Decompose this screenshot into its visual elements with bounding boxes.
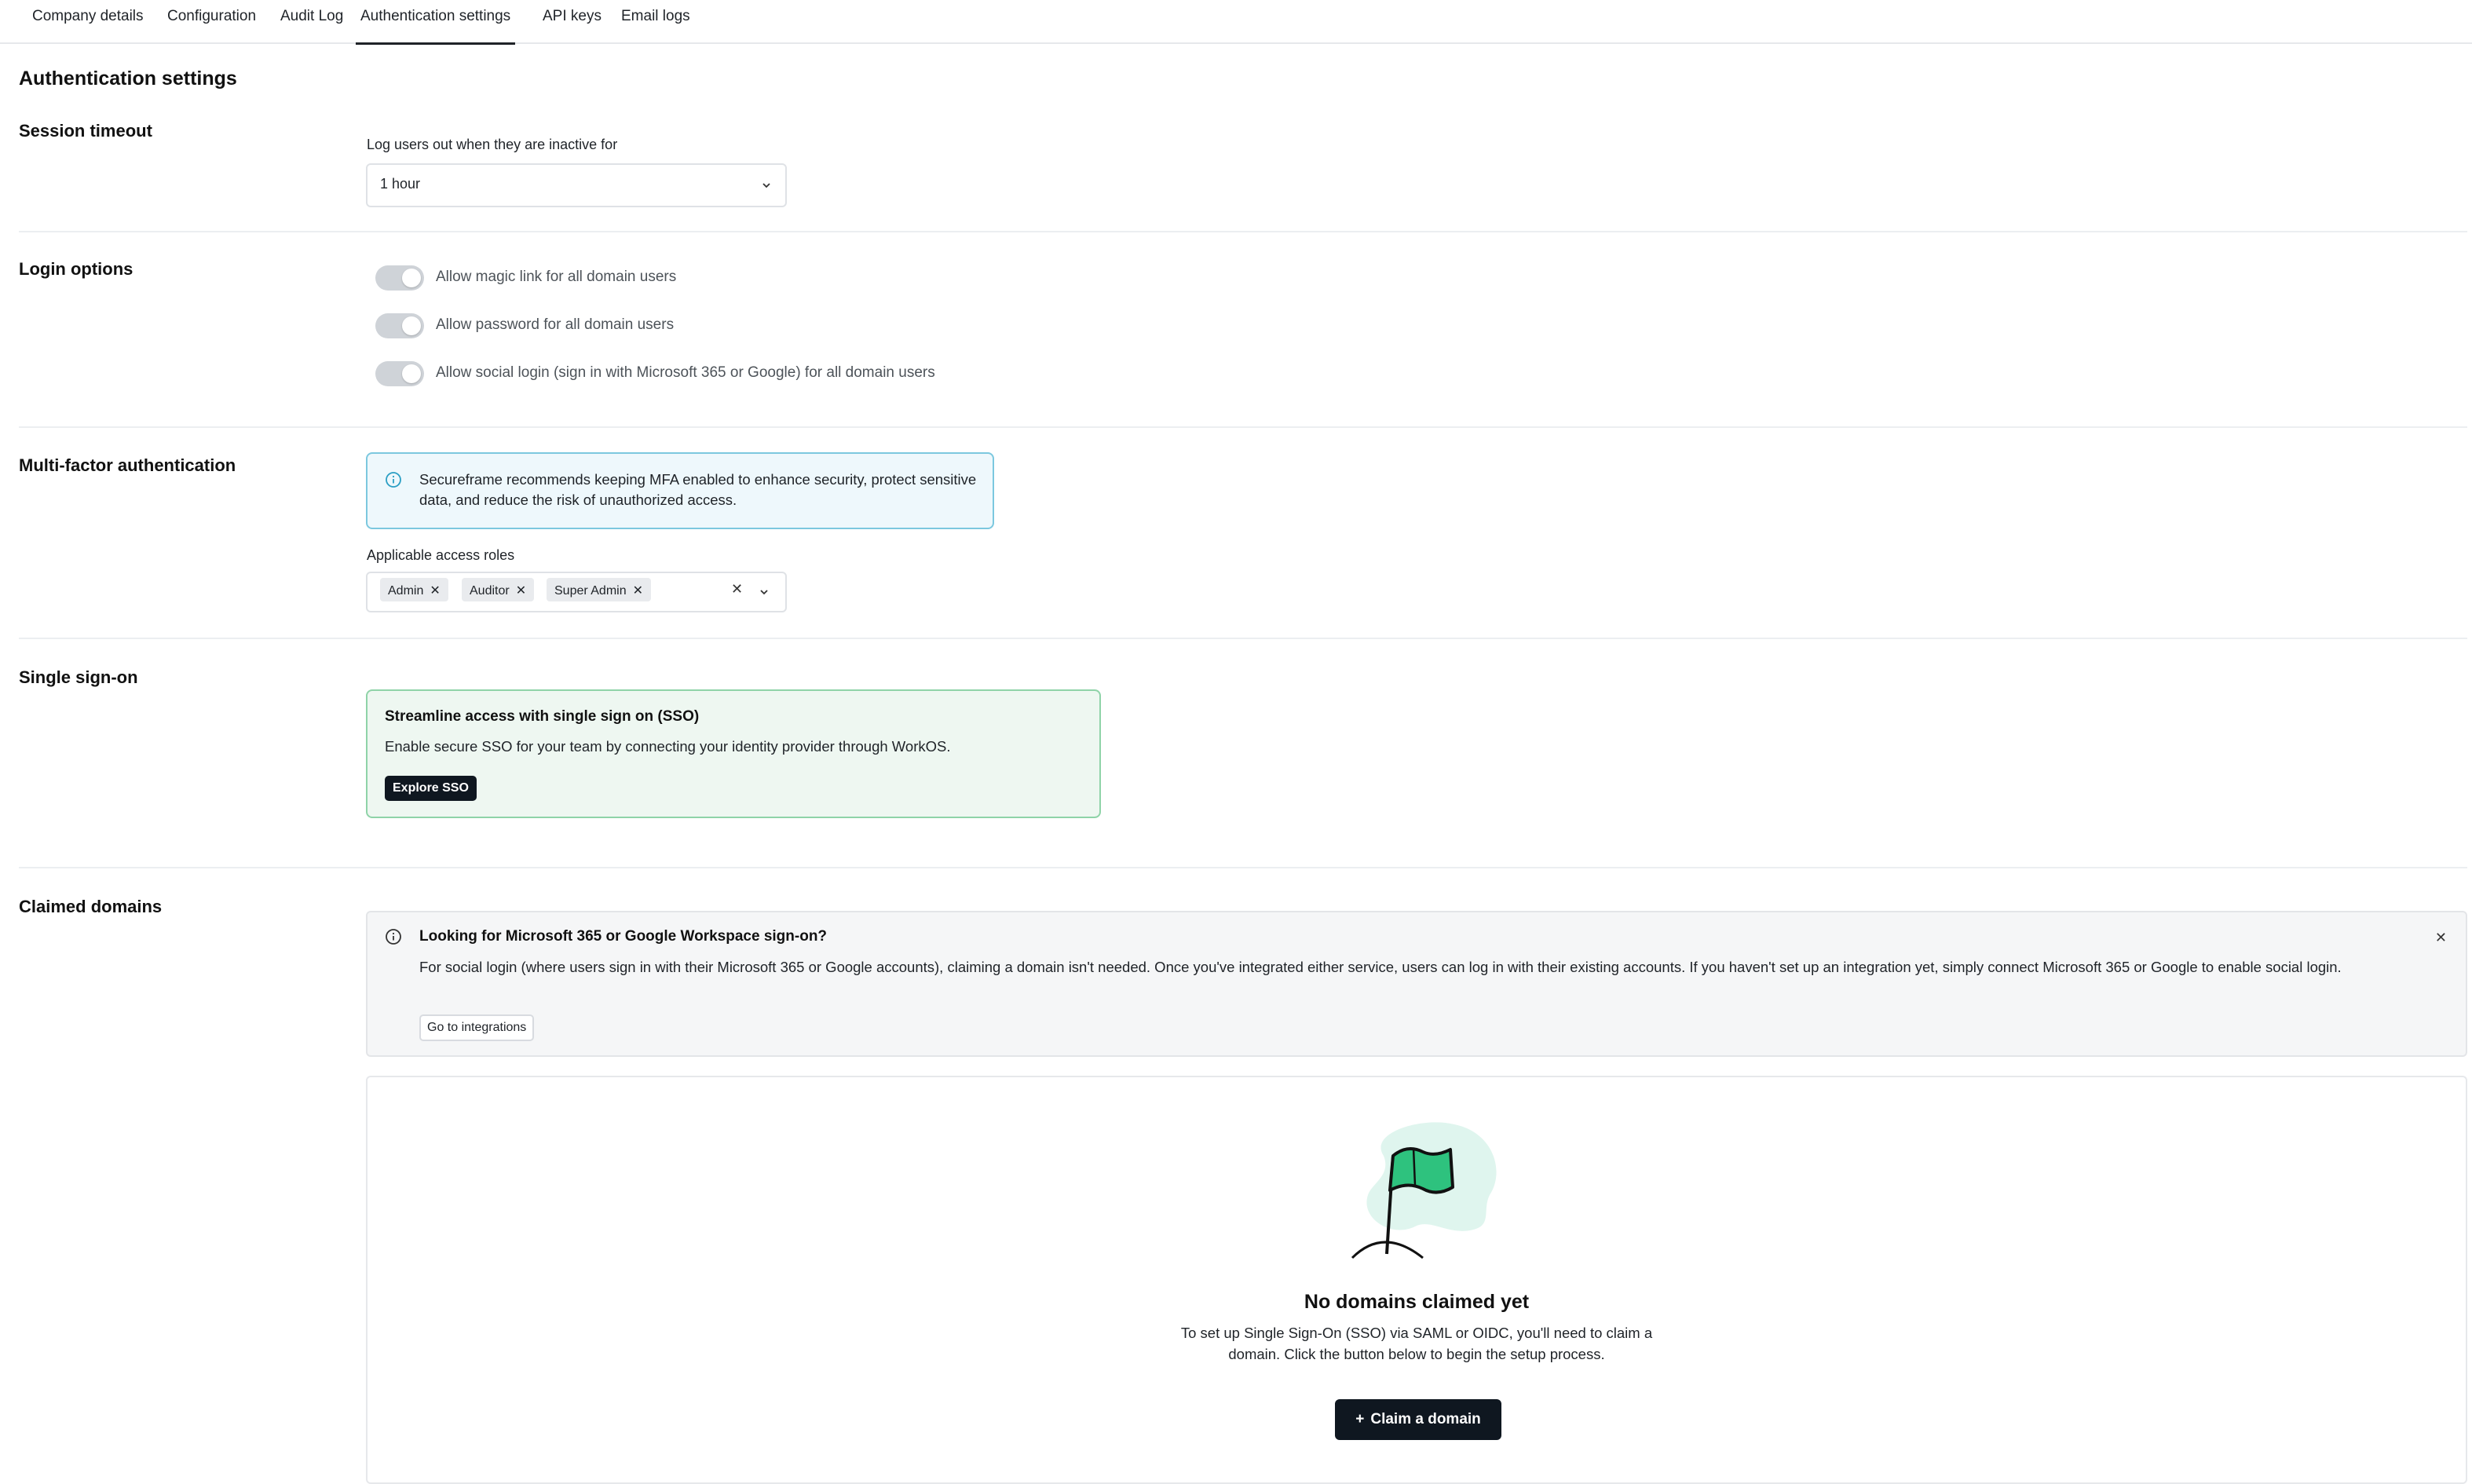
tab-email-logs[interactable]: Email logs <box>621 8 690 31</box>
empty-state-text: To set up Single Sign-On (SSO) via SAML … <box>1180 1325 1653 1362</box>
toggle-social-login[interactable] <box>375 361 424 386</box>
empty-state-title: No domains claimed yet <box>1304 1291 1530 1313</box>
sso-card-title: Streamline access with single sign on (S… <box>385 708 700 725</box>
toggle-knob <box>402 269 421 287</box>
role-chip-label: Admin <box>388 584 424 598</box>
tab-authentication-settings[interactable]: Authentication settings <box>356 8 516 45</box>
role-chip-super-admin: Super Admin ✕ <box>547 578 652 601</box>
section-title-mfa: Multi-factor authentication <box>19 455 236 475</box>
close-icon[interactable]: ✕ <box>430 583 440 598</box>
role-chip-auditor: Auditor ✕ <box>462 578 535 601</box>
toggle-password[interactable] <box>375 313 424 338</box>
session-timeout-select[interactable]: 1 hour <box>366 163 787 207</box>
settings-tab-bar: Company details Configuration Audit Log … <box>0 0 2472 45</box>
tab-audit-log[interactable]: Audit Log <box>280 8 343 31</box>
role-chip-label: Auditor <box>470 584 510 598</box>
mfa-roles-label: Applicable access roles <box>367 547 515 563</box>
section-title-login-options: Login options <box>19 259 133 279</box>
divider <box>19 867 2467 868</box>
claim-domain-label: Claim a domain <box>1370 1411 1481 1427</box>
explore-sso-button[interactable]: Explore SSO <box>385 776 477 801</box>
info-circle-icon <box>386 929 401 945</box>
role-chip-admin: Admin ✕ <box>380 578 448 601</box>
close-icon[interactable]: ✕ <box>633 583 643 598</box>
mfa-info-text: Secureframe recommends keeping MFA enabl… <box>419 471 977 508</box>
toggle-label-social-login: Allow social login (sign in with Microso… <box>436 364 935 381</box>
social-login-banner: Looking for Microsoft 365 or Google Work… <box>366 911 2467 1057</box>
banner-text: For social login (where users sign in wi… <box>419 959 2342 975</box>
claim-domain-button[interactable]: + Claim a domain <box>1335 1399 1501 1440</box>
session-timeout-label: Log users out when they are inactive for <box>367 137 618 152</box>
tab-configuration[interactable]: Configuration <box>167 8 256 31</box>
section-title-claimed-domains: Claimed domains <box>19 897 163 916</box>
close-icon[interactable]: ✕ <box>2435 930 2447 946</box>
page-title: Authentication settings <box>19 68 237 90</box>
session-timeout-value: 1 hour <box>380 176 421 192</box>
tab-company-details[interactable]: Company details <box>32 8 144 31</box>
go-to-integrations-button[interactable]: Go to integrations <box>419 1014 535 1041</box>
role-chip-label: Super Admin <box>554 584 627 598</box>
toggle-label-magic-link: Allow magic link for all domain users <box>436 269 677 285</box>
tab-api-keys[interactable]: API keys <box>543 8 602 31</box>
close-icon[interactable]: ✕ <box>516 583 526 598</box>
section-title-session-timeout: Session timeout <box>19 121 152 141</box>
divider <box>19 638 2467 639</box>
toggle-knob <box>402 364 421 383</box>
clear-all-icon[interactable]: ✕ <box>731 581 743 598</box>
sso-promo-card: Streamline access with single sign on (S… <box>366 689 1101 818</box>
claimed-domains-empty-state: No domains claimed yet To set up Single … <box>366 1076 2467 1484</box>
flag-illustration <box>1351 1122 1497 1259</box>
mfa-info-box: Secureframe recommends keeping MFA enabl… <box>366 452 994 529</box>
divider <box>19 426 2467 428</box>
toggle-magic-link[interactable] <box>375 265 424 291</box>
sso-card-text: Enable secure SSO for your team by conne… <box>385 738 951 755</box>
plus-icon: + <box>1355 1411 1365 1427</box>
info-circle-icon <box>386 472 401 488</box>
section-title-sso: Single sign-on <box>19 667 138 687</box>
toggle-label-password: Allow password for all domain users <box>436 316 675 333</box>
chevron-down-icon <box>762 183 770 188</box>
chevron-down-icon[interactable] <box>759 587 769 597</box>
toggle-knob <box>402 316 421 335</box>
divider <box>19 231 2467 232</box>
banner-title: Looking for Microsoft 365 or Google Work… <box>419 928 828 945</box>
